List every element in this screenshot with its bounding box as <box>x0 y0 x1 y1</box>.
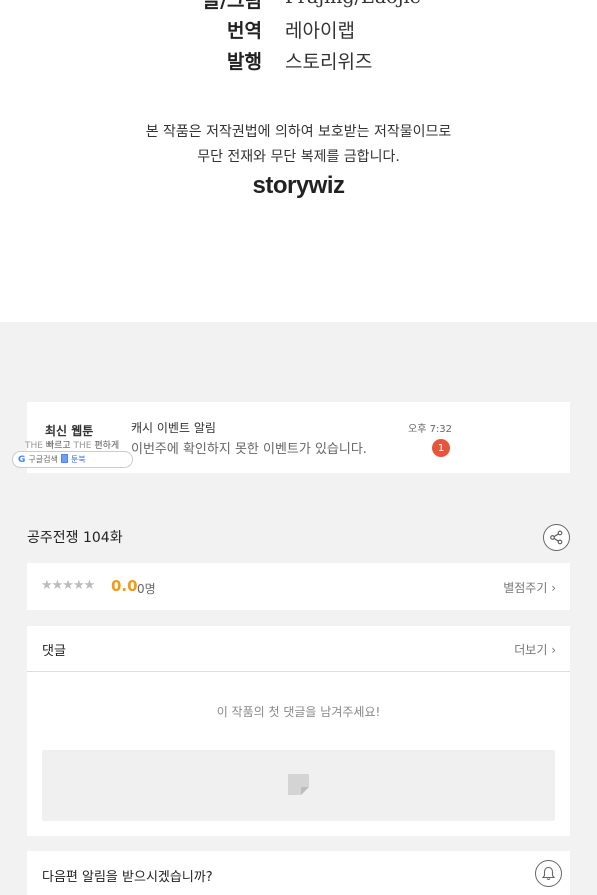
notification-title: 캐시 이벤트 알림 <box>131 421 216 435</box>
comment-input[interactable] <box>42 750 555 821</box>
share-button[interactable] <box>543 524 570 551</box>
app-logo-title: 최신 웹툰 <box>45 424 94 438</box>
comments-card: 댓글 더보기 › 이 작품의 첫 댓글을 남겨주세요! <box>27 626 570 836</box>
comment-icon <box>288 774 309 795</box>
credit-key: 번역 <box>227 20 262 42</box>
credit-row-translation: 번역 레아이랩 <box>0 16 597 46</box>
comments-header: 댓글 더보기 › <box>27 626 570 672</box>
notification-badge: 1 <box>432 439 450 457</box>
rate-button[interactable]: 별점주기 › <box>503 579 556 596</box>
google-search-label: 구글검색 <box>28 455 58 464</box>
rating-card: ★★★★★ 0.0 0명 별점주기 › <box>27 563 570 610</box>
comments-empty-message: 이 작품의 첫 댓글을 남겨주세요! <box>216 705 381 719</box>
app-logo: 최신 웹툰 THE 빠르고 THE 편하게 G 구글검색 툰북 <box>12 402 133 473</box>
app-logo-pill: G 구글검색 툰북 <box>12 451 133 468</box>
credit-key: 글/그림 <box>202 0 262 12</box>
comments-label: 댓글 <box>42 644 66 659</box>
share-icon <box>550 530 563 545</box>
episode-title: 공주전쟁 104화 <box>27 530 123 546</box>
comments-more-link[interactable]: 더보기 › <box>514 641 556 658</box>
rating-count: 0명 <box>137 582 156 596</box>
book-icon <box>60 454 68 465</box>
app-logo-tagline: THE 빠르고 THE 편하게 <box>25 441 120 451</box>
next-episode-alert-label: 다음편 알림을 받으시겠습니까? <box>42 870 213 885</box>
credits-section: 글/그림 Prajing/Eaojie 번역 레아이랩 발행 스토리위즈 본 작… <box>0 0 597 322</box>
next-episode-alert-card: 다음편 알림을 받으시겠습니까? <box>27 851 570 895</box>
bell-button[interactable] <box>535 860 562 887</box>
credit-row-publisher: 발행 스토리위즈 <box>0 47 597 77</box>
toonbook-label: 툰북 <box>70 455 86 464</box>
publisher-logo: storywiz <box>252 172 345 199</box>
rating-stars: ★★★★★ <box>41 578 95 593</box>
notification-time: 오후 7:32 <box>408 424 453 435</box>
google-icon: G <box>18 454 26 465</box>
notification-banner[interactable]: 최신 웹툰 THE 빠르고 THE 편하게 G 구글검색 툰북 캐시 이벤트 알… <box>12 402 570 473</box>
copyright-notice-line2: 무단 전재와 무단 복제를 금합니다. <box>197 149 400 165</box>
copyright-notice-line1: 본 작품은 저작권법에 의하여 보호받는 저작물이므로 <box>145 124 452 140</box>
notification-message: 이번주에 확인하지 못한 이벤트가 있습니다. <box>131 442 367 457</box>
rating-score: 0.0 <box>111 577 138 595</box>
credit-value: Prajing/Eaojie <box>285 0 421 8</box>
credit-key: 발행 <box>227 51 262 73</box>
credit-value: 스토리위즈 <box>285 51 373 73</box>
bell-icon <box>541 866 556 881</box>
credit-row-author: 글/그림 Prajing/Eaojie <box>0 0 597 16</box>
credit-value: 레아이랩 <box>285 20 355 42</box>
